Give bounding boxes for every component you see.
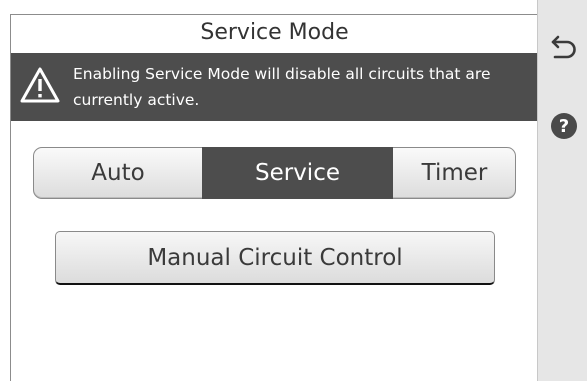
mode-service-button[interactable]: Service bbox=[202, 147, 393, 199]
warning-triangle-icon bbox=[20, 67, 60, 103]
side-rail: ? bbox=[537, 0, 587, 381]
mode-selector[interactable]: Auto Service Timer bbox=[33, 147, 516, 199]
mode-timer-button[interactable]: Timer bbox=[393, 148, 516, 198]
service-mode-screen: Service Mode Enabling Service Mode will … bbox=[0, 0, 587, 381]
back-arrow-icon[interactable] bbox=[550, 33, 578, 59]
warning-text: Enabling Service Mode will disable all c… bbox=[73, 65, 491, 109]
mode-auto-button[interactable]: Auto bbox=[34, 148, 202, 198]
main-panel: Service Mode Enabling Service Mode will … bbox=[10, 14, 538, 381]
page-title: Service Mode bbox=[200, 19, 349, 45]
warning-banner: Enabling Service Mode will disable all c… bbox=[11, 53, 538, 121]
help-icon[interactable]: ? bbox=[551, 113, 577, 139]
manual-circuit-control-button[interactable]: Manual Circuit Control bbox=[55, 231, 495, 285]
